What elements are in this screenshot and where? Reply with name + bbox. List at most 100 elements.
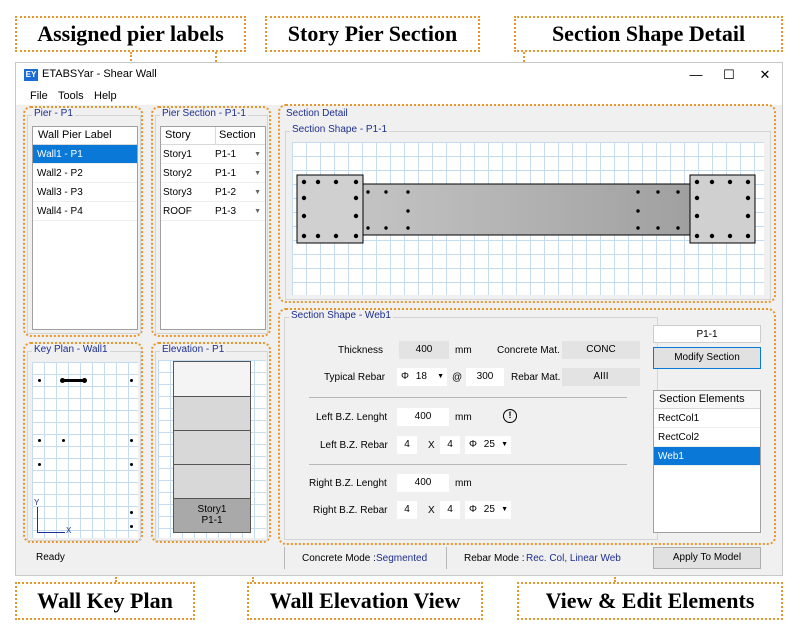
maximize-icon[interactable]: ☐ xyxy=(714,65,744,85)
rebar-spacing-input[interactable]: 300 xyxy=(466,368,504,386)
menu-file[interactable]: File xyxy=(30,90,48,102)
left-bz-length-input[interactable]: 400 xyxy=(397,408,449,426)
pier-list-header: Wall Pier Label xyxy=(33,127,137,145)
thickness-value[interactable]: 400 xyxy=(399,341,449,359)
menu-help[interactable]: Help xyxy=(94,90,117,102)
rebar-dot xyxy=(301,213,307,219)
elevation-canvas: Story1 P1-1 xyxy=(158,360,266,538)
chevron-down-icon: ▼ xyxy=(501,506,508,513)
elevation-story-2[interactable] xyxy=(173,430,251,465)
key-plan-canvas[interactable]: Y X xyxy=(32,362,138,538)
chevron-down-icon: ▼ xyxy=(254,170,261,177)
pier-section-row[interactable]: Story3 P1-2 ▼ xyxy=(161,183,265,202)
element-item[interactable]: Web1 xyxy=(654,447,760,466)
right-bz-length-input[interactable]: 400 xyxy=(397,474,449,492)
section-dropdown[interactable]: P1-3 xyxy=(215,202,236,221)
axis-y-label: Y xyxy=(34,498,40,507)
chevron-down-icon: ▼ xyxy=(501,441,508,448)
menu-tools[interactable]: Tools xyxy=(58,90,84,102)
concrete-mat-value[interactable]: CONC xyxy=(562,341,640,359)
rebar-dot xyxy=(315,233,321,239)
elevation-story-label: Story1 xyxy=(197,504,227,515)
pier-list-item[interactable]: Wall2 - P2 xyxy=(33,164,137,183)
pier-section-row[interactable]: Story1 P1-1 ▼ xyxy=(161,145,265,164)
rebar-dot xyxy=(333,179,339,185)
rebar-dot xyxy=(727,179,733,185)
chevron-down-icon: ▼ xyxy=(437,373,444,380)
pier-list-item[interactable]: Wall1 - P1 xyxy=(33,145,137,164)
element-item[interactable]: RectCol1 xyxy=(654,409,760,428)
chevron-down-icon: ▼ xyxy=(254,151,261,158)
section-dropdown[interactable]: P1-1 xyxy=(215,145,236,164)
pier-list[interactable]: Wall Pier Label Wall1 - P1 Wall2 - P2 Wa… xyxy=(32,126,138,330)
rebar-dot xyxy=(656,226,660,230)
concrete-mode-value: Segmented xyxy=(376,553,428,564)
pier-section-row[interactable]: ROOF P1-3 ▼ xyxy=(161,202,265,221)
rebar-dot xyxy=(406,190,410,194)
left-bz-rebar-n1[interactable]: 4 xyxy=(397,436,417,454)
right-bz-rebar-label: Right B.Z. Rebar xyxy=(313,505,388,516)
callout-section-detail: Section Shape Detail xyxy=(514,16,783,52)
column-marker xyxy=(38,439,41,442)
pier-section-title: Pier Section - P1-1 xyxy=(160,108,248,119)
minimize-icon[interactable]: — xyxy=(681,65,711,85)
section-name-field[interactable]: P1-1 xyxy=(653,325,761,343)
left-bz-length-label: Left B.Z. Lenght xyxy=(316,412,388,423)
key-plan-panel: Key Plan - Wall1 Y X xyxy=(27,344,141,541)
right-bz-rebar-select[interactable]: Φ 25 ▼ xyxy=(465,501,511,519)
elevation-title: Elevation - P1 xyxy=(160,344,227,355)
modify-section-button[interactable]: Modify Section xyxy=(653,347,761,369)
rebar-diameter: 18 xyxy=(415,371,427,382)
rebar-mat-label: Rebar Mat. xyxy=(511,372,561,383)
section-dropdown[interactable]: P1-1 xyxy=(215,164,236,183)
elevation-story-3[interactable] xyxy=(173,396,251,431)
right-bz-rebar-x: X xyxy=(428,505,435,516)
section-shape-canvas[interactable] xyxy=(292,142,764,295)
story-column-header: Story xyxy=(165,129,191,141)
rebar-mat-value[interactable]: AIII xyxy=(562,368,640,386)
typical-rebar-select[interactable]: Φ 18 ▼ xyxy=(397,368,447,386)
close-icon[interactable]: ✕ xyxy=(750,65,780,85)
section-dropdown[interactable]: P1-2 xyxy=(215,183,236,202)
column-marker xyxy=(130,439,133,442)
column-marker xyxy=(130,463,133,466)
status-separator xyxy=(284,547,285,569)
divider xyxy=(309,464,627,465)
typical-rebar-label: Typical Rebar xyxy=(324,372,386,383)
section-shape-title: Section Shape - P1-1 xyxy=(290,124,390,135)
rebar-dot xyxy=(676,190,680,194)
callout-story-section: Story Pier Section xyxy=(265,16,480,52)
rebar-dot xyxy=(636,226,640,230)
apply-to-model-button[interactable]: Apply To Model xyxy=(653,547,761,569)
elevation-story-1[interactable]: Story1 P1-1 xyxy=(173,498,251,533)
right-bz-rebar-n1[interactable]: 4 xyxy=(397,501,417,519)
rebar-dot xyxy=(301,195,307,201)
callout-elevation-view: Wall Elevation View xyxy=(247,582,483,620)
rebar-dot xyxy=(366,190,370,194)
rebar-dot xyxy=(301,179,307,185)
chevron-down-icon: ▼ xyxy=(254,208,261,215)
column-marker xyxy=(60,378,65,383)
thickness-unit: mm xyxy=(455,345,472,356)
rebar-dot xyxy=(694,233,700,239)
element-item[interactable]: RectCol2 xyxy=(654,428,760,447)
app-window: EY ETABSYar - Shear Wall — ☐ ✕ File Tool… xyxy=(15,62,783,576)
section-elements-list[interactable]: Section Elements RectCol1 RectCol2 Web1 xyxy=(653,390,761,533)
elevation-story-2b[interactable] xyxy=(173,464,251,499)
rebar-dot xyxy=(353,195,359,201)
pier-section-grid[interactable]: Story Section Story1 P1-1 ▼ Story2 P1-1 ▼ Stor… xyxy=(160,126,266,330)
left-bz-rebar-select[interactable]: Φ 25 ▼ xyxy=(465,436,511,454)
elevation-story-roof[interactable] xyxy=(173,361,251,397)
rebar-dot xyxy=(727,233,733,239)
left-bz-rebar-n2[interactable]: 4 xyxy=(440,436,460,454)
rebar-dot xyxy=(353,213,359,219)
pier-section-row[interactable]: Story2 P1-1 ▼ xyxy=(161,164,265,183)
phi-symbol: Φ xyxy=(401,371,409,382)
pier-list-item[interactable]: Wall4 - P4 xyxy=(33,202,137,221)
warning-icon[interactable]: ! xyxy=(503,409,517,423)
right-bz-rebar-n2[interactable]: 4 xyxy=(440,501,460,519)
column-marker xyxy=(130,379,133,382)
column-marker xyxy=(38,463,41,466)
section-shape-panel: Section Shape - P1-1 xyxy=(285,124,771,300)
pier-list-item[interactable]: Wall3 - P3 xyxy=(33,183,137,202)
